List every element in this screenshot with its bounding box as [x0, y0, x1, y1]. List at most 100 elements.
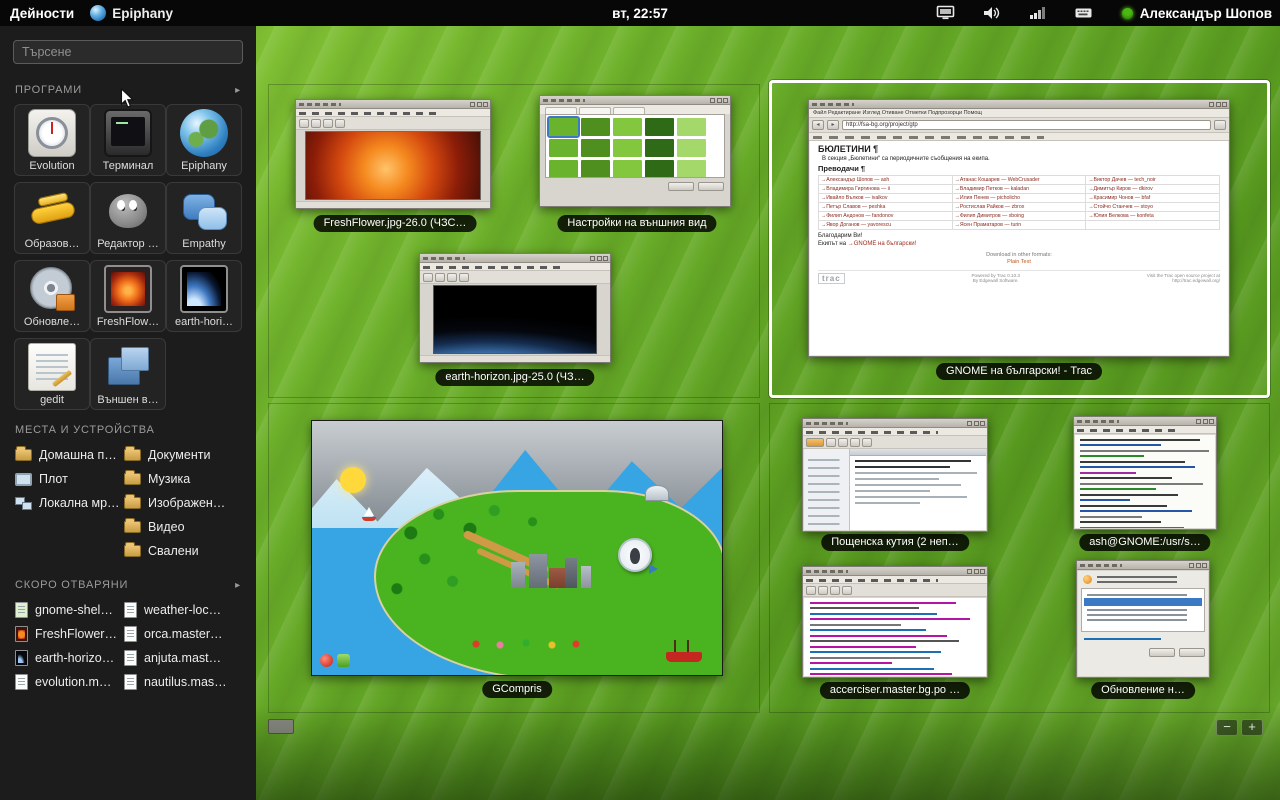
desktop-icon	[15, 473, 32, 486]
terminal-icon	[104, 109, 152, 157]
address-bar: http://fsa-bg.org/project/gtp	[842, 120, 1211, 130]
window-gcompris[interactable]	[311, 420, 723, 676]
programs-expander-icon[interactable]: ▸	[235, 85, 241, 96]
window-appearance-settings[interactable]	[539, 95, 731, 207]
team-text: Екипът на	[818, 241, 848, 247]
message-list	[850, 449, 986, 530]
place-pictures[interactable]: Изображен…	[124, 491, 256, 515]
app-epiphany[interactable]: Epiphany	[166, 104, 242, 176]
app-software-update[interactable]: Обновле…	[14, 260, 90, 332]
gcompris-icon	[28, 187, 76, 235]
window-title-terminal: ash@GNOME:/usr/s…	[1079, 534, 1210, 551]
place-label: Локална мр…	[39, 496, 120, 510]
app-terminal[interactable]: Терминал	[90, 104, 166, 176]
workspace-2[interactable]: Файл Редактиране Изглед Отиване Отметки …	[769, 80, 1270, 398]
browser-menubar: Файл Редактиране Изглед Отиване Отметки …	[809, 109, 1229, 118]
document-icon	[124, 650, 137, 666]
folder-icon	[124, 449, 141, 461]
forward-icon: ▸	[827, 120, 839, 130]
recent-nautilus[interactable]: nautilus.mas…	[124, 670, 256, 694]
empathy-icon	[180, 187, 228, 235]
page-footer: trac Powered by Trac 0.10.3 By Edgewall …	[818, 270, 1220, 284]
window-freshflower[interactable]	[295, 99, 491, 209]
place-videos[interactable]: Видео	[124, 515, 256, 539]
app-earth-horizon[interactable]: earth-hori…	[166, 260, 242, 332]
places-header-label: МЕСТА И УСТРОЙСТВА	[15, 424, 155, 436]
document-icon	[124, 674, 137, 690]
folder-icon	[124, 521, 141, 533]
workspace-3[interactable]: GCompris	[268, 403, 760, 713]
app-evolution[interactable]: Evolution	[14, 104, 90, 176]
user-menu-button[interactable]: Александър Шопов	[1122, 6, 1272, 21]
app-freshflower[interactable]: FreshFlow…	[90, 260, 166, 332]
app-label: Обновле…	[24, 316, 80, 328]
recent-label: weather-loc…	[144, 603, 221, 617]
app-gcompris[interactable]: Образов…	[14, 182, 90, 254]
clock-button[interactable]: вт, 22:57	[612, 6, 668, 21]
activities-button[interactable]: Дейности	[10, 6, 74, 21]
window-software-update[interactable]	[1076, 560, 1210, 678]
window-earth-horizon[interactable]	[419, 253, 611, 363]
overview-sidebar: ПРОГРАМИ ▸ Evolution Терминал Epiphany О…	[0, 26, 256, 800]
window-title-earth-horizon: earth-horizon.jpg-25.0 (ЧЗ…	[435, 369, 594, 386]
translator-link: →Ростислав Райков — zbrox	[952, 203, 1086, 212]
recent-weather-locations[interactable]: weather-loc…	[124, 598, 256, 622]
remove-workspace-button[interactable]: −	[1216, 719, 1238, 736]
window-gedit[interactable]	[802, 566, 988, 678]
back-icon: ◂	[812, 120, 824, 130]
page-subheading: Преводачи ¶	[818, 164, 1220, 173]
workspace-1[interactable]: FreshFlower.jpg-26.0 (ЧЗС… Настройки на …	[268, 84, 760, 398]
update-link	[1084, 638, 1161, 640]
trac-logo: trac	[818, 273, 845, 284]
recent-earth-horizon[interactable]: earth-horizo…	[15, 646, 122, 670]
recent-orca[interactable]: orca.master…	[124, 622, 256, 646]
place-local-network[interactable]: Локална мр…	[15, 491, 122, 515]
document-icon	[15, 674, 28, 690]
window-epiphany-trac[interactable]: Файл Редактиране Изглед Отиване Отметки …	[808, 99, 1230, 357]
recent-anjuta[interactable]: anjuta.mast…	[124, 646, 256, 670]
app-label: Epiphany	[181, 160, 227, 172]
translator-link: →Александър Шопов — ash	[819, 176, 953, 185]
gcompris-city	[501, 548, 593, 590]
place-music[interactable]: Музика	[124, 467, 256, 491]
place-downloads[interactable]: Свалени	[124, 539, 256, 563]
app-external-volume[interactable]: Външен в…	[90, 338, 166, 410]
window-title-appearance: Настройки на външния вид	[557, 215, 716, 232]
page-intro: В секция „Бюлетини“ са периодичните съоб…	[822, 156, 1220, 162]
earth-photo	[433, 285, 597, 354]
place-documents[interactable]: Документи	[124, 443, 256, 467]
window-terminal[interactable]	[1073, 416, 1217, 530]
document-icon	[124, 626, 137, 642]
app-gedit[interactable]: gedit	[14, 338, 90, 410]
folder-icon	[124, 473, 141, 485]
network-signal-icon[interactable]	[1028, 5, 1048, 21]
app-empathy[interactable]: Empathy	[166, 182, 242, 254]
translator-link: →Владимира Гиргинова — ii	[819, 185, 953, 194]
app-label: Empathy	[182, 238, 225, 250]
recent-gnome-shell[interactable]: gnome-shel…	[15, 598, 122, 622]
update-header	[1081, 574, 1205, 586]
workspace-indicator[interactable]	[268, 719, 294, 734]
window-evolution[interactable]	[802, 418, 988, 532]
app-image-editor[interactable]: Редактор …	[90, 182, 166, 254]
keyboard-icon[interactable]	[1074, 5, 1094, 21]
translator-link: →Филип Андонов — fandonov	[819, 212, 953, 221]
wallpaper-grid	[545, 114, 725, 178]
workspace-4[interactable]: Пощенска кутия (2 неп… ash@GNOME:/usr/s……	[769, 403, 1270, 713]
search-input[interactable]	[13, 40, 243, 64]
translator-link	[1086, 221, 1220, 230]
recent-list: gnome-shel… FreshFlower… earth-horizo… e…	[0, 598, 256, 694]
display-icon[interactable]	[936, 5, 956, 21]
volume-icon[interactable]	[982, 5, 1002, 21]
recent-freshflower[interactable]: FreshFlower…	[15, 622, 122, 646]
recent-expander-icon[interactable]: ▸	[235, 580, 241, 591]
app-menu-button[interactable]: Epiphany	[90, 5, 173, 21]
gnome-shell-overview: Дейности Epiphany вт, 22:57	[0, 0, 1280, 800]
add-workspace-button[interactable]: +	[1241, 719, 1263, 736]
recent-evolution-file[interactable]: evolution.m…	[15, 670, 122, 694]
gcompris-observatory	[645, 485, 669, 501]
place-home[interactable]: Домашна п…	[15, 443, 122, 467]
gcompris-boat	[666, 652, 702, 662]
translator-link: →Виктор Дачев — tech_noir	[1086, 176, 1220, 185]
place-desktop[interactable]: Плот	[15, 467, 122, 491]
